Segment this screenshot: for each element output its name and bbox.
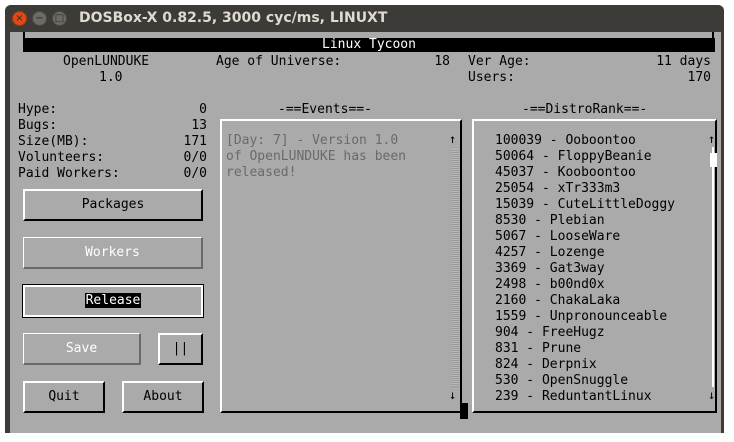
list-item: 45037 - Kooboontoo: [495, 165, 636, 180]
distrorank-scroll-down-icon[interactable]: ↓: [708, 389, 715, 401]
distrorank-scrollbar-thumb[interactable]: [710, 153, 717, 167]
stat-label: Size(MB):: [18, 134, 89, 149]
ver-age-label: Ver Age:: [468, 54, 531, 69]
list-item: 239 - ReduntantLinux: [495, 389, 652, 404]
packages-button-label: Packages: [81, 197, 145, 212]
list-item: 904 - FreeHugz: [495, 325, 605, 340]
pause-button[interactable]: ||: [158, 333, 203, 365]
list-item: 25054 - xTr333m3: [495, 181, 621, 196]
distrorank-scrollbar-track[interactable]: [712, 147, 714, 387]
quit-button[interactable]: Quit: [23, 381, 105, 413]
stat-value: 13: [191, 118, 207, 133]
events-header: -==Events==-: [278, 102, 372, 117]
event-line: released!: [226, 165, 297, 180]
list-item: 2160 - ChakaLaka: [495, 293, 621, 308]
events-scrollbar-track[interactable]: [451, 149, 458, 387]
stat-label: Paid Workers:: [18, 166, 120, 181]
save-button[interactable]: Save: [23, 333, 141, 365]
list-item: 5067 - LooseWare: [495, 229, 621, 244]
workers-button[interactable]: Workers: [23, 237, 203, 269]
list-item: 824 - Derpnix: [495, 357, 597, 372]
list-item: 3369 - Gat3way: [495, 261, 605, 276]
stat-value: 171: [183, 134, 207, 149]
packages-button[interactable]: Packages: [23, 189, 203, 221]
events-scroll-down-icon[interactable]: ↓: [449, 389, 456, 401]
stat-value: 0/0: [183, 150, 207, 165]
list-item: 8530 - Plebian: [495, 213, 605, 228]
workers-button-label: Workers: [85, 245, 140, 260]
text-cursor: [460, 403, 468, 419]
close-icon[interactable]: ×: [12, 11, 27, 26]
distro-version: 1.0: [99, 70, 123, 85]
age-label: Age of Universe:: [216, 54, 342, 69]
stat-label: Bugs:: [18, 118, 58, 133]
about-button-label: About: [143, 389, 183, 404]
about-button[interactable]: About: [122, 381, 204, 413]
list-item: 50064 - FloppyBeanie: [495, 149, 652, 164]
list-item: 530 - OpenSnuggle: [495, 373, 629, 388]
distrorank-panel[interactable]: 100039 - Ooboontoo 50064 - FloppyBeanie …: [472, 119, 717, 413]
age-value: 18: [434, 54, 450, 69]
list-item: 100039 - Ooboontoo: [495, 133, 636, 148]
stat-label: Volunteers:: [18, 150, 105, 165]
distrorank-header: -==DistroRank==-: [522, 102, 648, 117]
events-scroll-up-icon[interactable]: ↑: [449, 133, 456, 145]
distrorank-scroll-up-icon[interactable]: ↑: [708, 133, 715, 145]
event-line: of OpenLUNDUKE has been: [226, 149, 407, 164]
list-item: 2498 - b00nd0x: [495, 277, 605, 292]
dosbox-window: × − □ DOSBox-X 0.82.5, 3000 cyc/ms, LINU…: [5, 5, 724, 433]
distro-name: OpenLUNDUKE: [63, 54, 150, 69]
pause-button-label: ||: [172, 341, 189, 356]
window-title: DOSBox-X 0.82.5, 3000 cyc/ms, LINUXT: [79, 10, 388, 26]
list-item: 831 - Prune: [495, 341, 582, 356]
dos-screen: Linux Tycoon OpenLUNDUKE 1.0 Age of Univ…: [10, 32, 721, 433]
release-button-label: Release: [84, 293, 142, 308]
stat-label: Hype:: [18, 102, 58, 117]
users-value: 170: [687, 70, 711, 85]
list-item: 1559 - Unpronounceable: [495, 309, 668, 324]
event-line: [Day: 7] - Version 1.0: [226, 133, 399, 148]
window-titlebar[interactable]: × − □ DOSBox-X 0.82.5, 3000 cyc/ms, LINU…: [5, 5, 724, 32]
minimize-icon[interactable]: −: [32, 11, 47, 26]
release-button[interactable]: Release: [22, 284, 204, 318]
list-item: 15039 - CuteLittleDoggy: [495, 197, 676, 212]
list-item: 4257 - Lozenge: [495, 245, 605, 260]
ver-age-value: 11 days: [656, 54, 711, 69]
stat-value: 0: [199, 102, 207, 117]
users-label: Users:: [468, 70, 515, 85]
save-button-label: Save: [65, 341, 98, 356]
game-title: Linux Tycoon: [23, 38, 715, 52]
quit-button-label: Quit: [48, 389, 80, 404]
maximize-icon[interactable]: □: [52, 11, 67, 26]
stat-value: 0/0: [183, 166, 207, 181]
events-panel[interactable]: [Day: 7] - Version 1.0 of OpenLUNDUKE ha…: [220, 119, 462, 413]
